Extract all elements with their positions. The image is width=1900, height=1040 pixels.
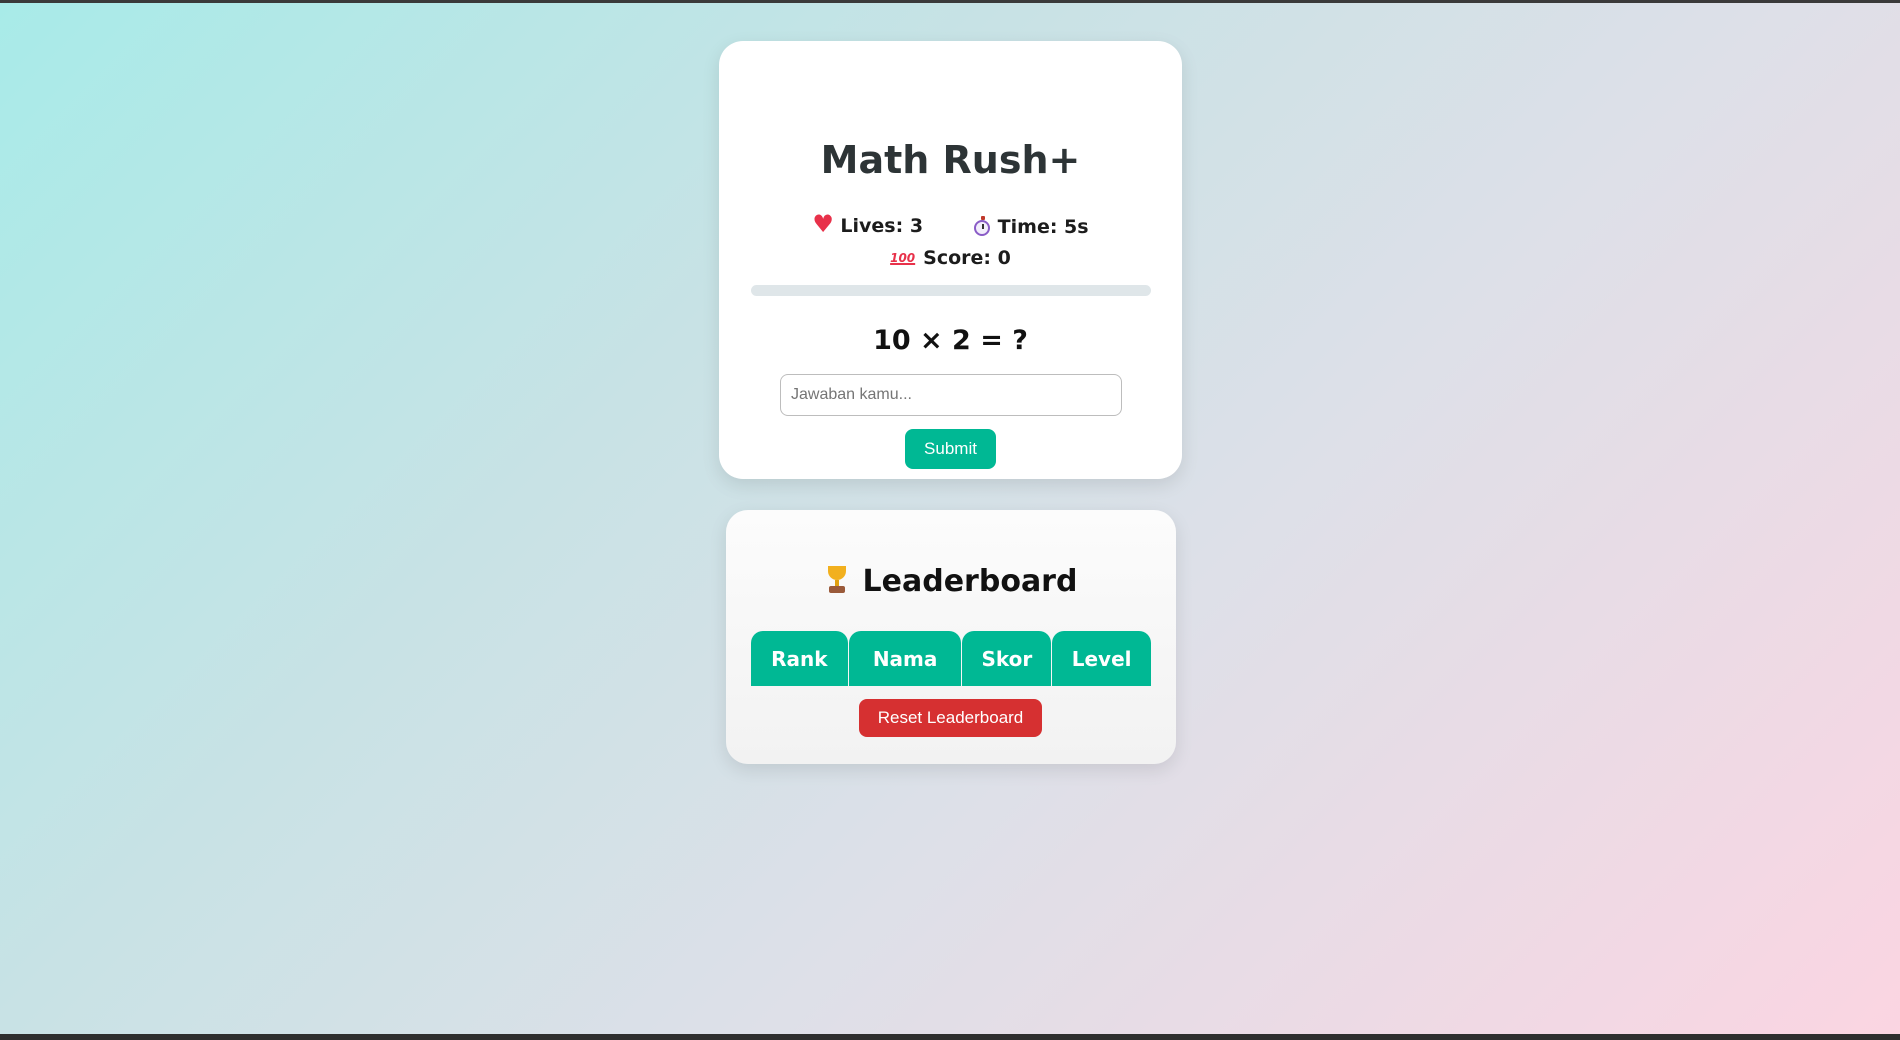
timer-progress-bar (751, 285, 1151, 296)
leaderboard-title: Leaderboard (862, 564, 1078, 599)
hundred-points-icon: 100 (890, 251, 916, 265)
window-bottom-edge (0, 1034, 1900, 1040)
score-stat: 100 Score: 0 (890, 246, 1011, 270)
leaderboard-heading: Leaderboard (726, 562, 1176, 602)
leaderboard-card: Leaderboard Rank Nama Skor Level Reset L… (726, 510, 1176, 764)
stats-row: Lives: 3 Time: 5s (719, 212, 1182, 242)
game-title: Math Rush+ (820, 138, 1081, 182)
column-header-nama: Nama (848, 631, 962, 686)
submit-button[interactable]: Submit (905, 429, 996, 469)
reset-leaderboard-button[interactable]: Reset Leaderboard (859, 699, 1042, 737)
column-header-level: Level (1052, 631, 1151, 686)
math-question: 10 × 2 = ? (873, 325, 1028, 356)
window-top-edge (0, 0, 1900, 3)
lives-stat: Lives: 3 (812, 212, 924, 238)
score-label: Score: 0 (923, 247, 1011, 269)
lives-label: Lives: 3 (840, 215, 924, 237)
stopwatch-icon (973, 216, 990, 236)
leaderboard-table-header: Rank Nama Skor Level (751, 631, 1151, 686)
column-header-rank: Rank (751, 631, 848, 686)
time-label: Time: 5s (997, 215, 1089, 238)
time-stat: Time: 5s (973, 215, 1089, 239)
answer-input[interactable] (780, 374, 1122, 416)
heart-icon (812, 212, 834, 236)
trophy-icon (825, 566, 849, 594)
score-row: 100 Score: 0 (719, 244, 1182, 270)
column-header-skor: Skor (962, 631, 1052, 686)
game-card: Math Rush+ Lives: 3 Time: 5s 100 Score: … (719, 41, 1182, 479)
